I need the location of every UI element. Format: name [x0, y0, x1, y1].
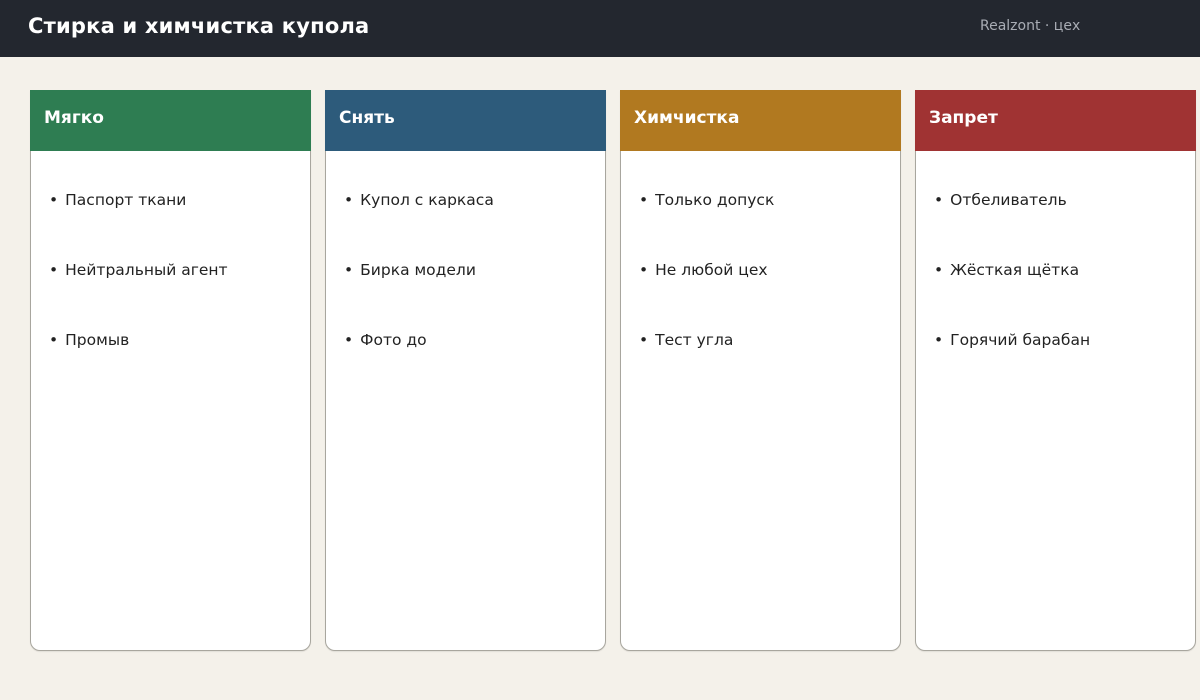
- column-list: • Только допуск • Не любой цех • Тест угла: [639, 151, 774, 375]
- column-list: • Паспорт ткани • Нейтральный агент • Промы…: [49, 151, 228, 375]
- column-title: Снять: [339, 108, 395, 128]
- list-item-text: Бирка модели: [360, 261, 476, 279]
- bullet: •: [344, 261, 354, 279]
- bullet: •: [49, 261, 59, 279]
- column-list: • Отбеливатель • Жёсткая щётка • Горячий ба…: [934, 151, 1090, 375]
- list-item-text: Горячий барабан: [950, 331, 1091, 349]
- column-header: Запрет: [915, 90, 1196, 151]
- list-item-text: Нейтральный агент: [65, 261, 228, 279]
- column-title: Химчистка: [634, 108, 740, 128]
- bullet: •: [344, 191, 354, 209]
- list-item: • Жёсткая щётка: [934, 235, 1090, 305]
- columns-board: Мягко • Паспорт ткани • Нейтральный агент …: [0, 0, 1200, 700]
- list-item: • Горячий барабан: [934, 305, 1090, 375]
- list-item: • Купол с каркаса: [344, 165, 494, 235]
- list-item-text: Только допуск: [655, 191, 775, 209]
- list-item: • Бирка модели: [344, 235, 494, 305]
- column-header: Химчистка: [620, 90, 901, 151]
- bullet: •: [934, 191, 944, 209]
- bullet: •: [49, 191, 59, 209]
- list-item-text: Купол с каркаса: [360, 191, 494, 209]
- list-item-text: Фото до: [360, 331, 427, 349]
- list-item: • Промыв: [49, 305, 228, 375]
- column-remove: Снять • Купол с каркаса • Бирка модели • Фо…: [325, 90, 606, 651]
- list-item: • Фото до: [344, 305, 494, 375]
- bullet: •: [49, 331, 59, 349]
- bullet: •: [639, 261, 649, 279]
- column-title: Запрет: [929, 108, 998, 128]
- bullet: •: [639, 191, 649, 209]
- bullet: •: [639, 331, 649, 349]
- column-soft: Мягко • Паспорт ткани • Нейтральный агент …: [30, 90, 311, 651]
- list-item: • Не любой цех: [639, 235, 774, 305]
- list-item: • Отбеливатель: [934, 165, 1090, 235]
- list-item: • Нейтральный агент: [49, 235, 228, 305]
- list-item: • Паспорт ткани: [49, 165, 228, 235]
- list-item-text: Отбеливатель: [950, 191, 1067, 209]
- column-header: Мягко: [30, 90, 311, 151]
- bullet: •: [934, 261, 944, 279]
- bullet: •: [344, 331, 354, 349]
- column-forbidden: Запрет • Отбеливатель • Жёсткая щётка • Гор…: [915, 90, 1196, 651]
- list-item-text: Промыв: [65, 331, 130, 349]
- column-header: Снять: [325, 90, 606, 151]
- list-item-text: Паспорт ткани: [65, 191, 187, 209]
- list-item-text: Жёсткая щётка: [950, 261, 1080, 279]
- list-item: • Тест угла: [639, 305, 774, 375]
- list-item-text: Не любой цех: [655, 261, 768, 279]
- bullet: •: [934, 331, 944, 349]
- list-item: • Только допуск: [639, 165, 774, 235]
- list-item-text: Тест угла: [655, 331, 734, 349]
- column-drycleaning: Химчистка • Только допуск • Не любой цех •…: [620, 90, 901, 651]
- column-list: • Купол с каркаса • Бирка модели • Фото до: [344, 151, 494, 375]
- column-title: Мягко: [44, 108, 104, 128]
